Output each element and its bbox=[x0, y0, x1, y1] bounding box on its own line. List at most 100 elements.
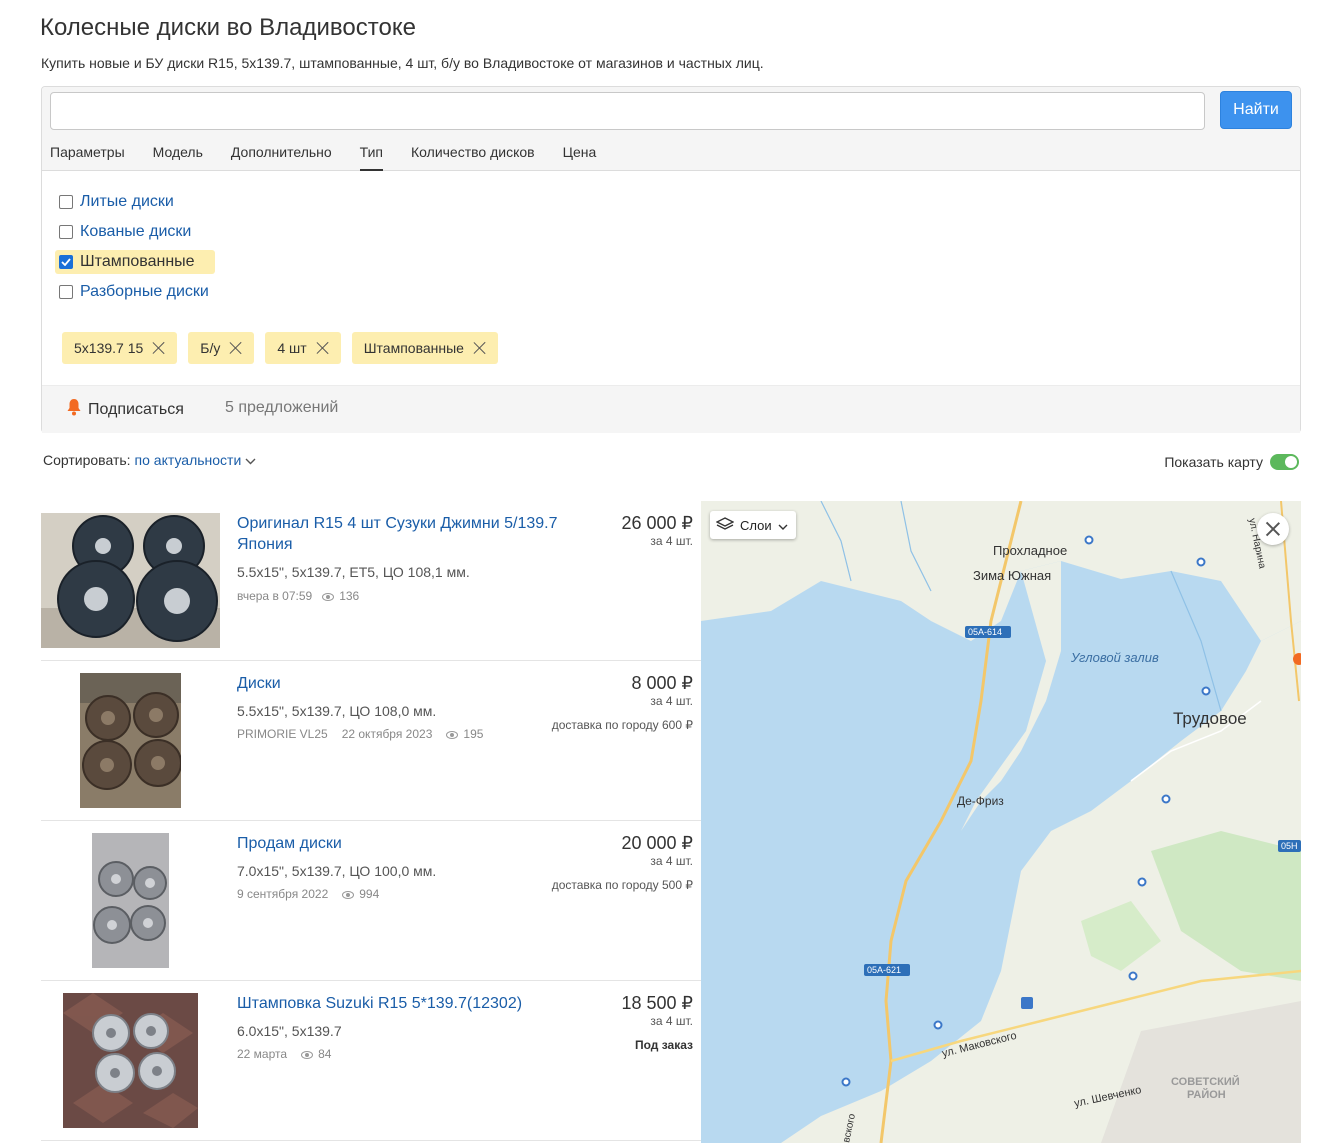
listing-date: 22 марта bbox=[237, 1047, 288, 1061]
filter-chip: 5x139.7 15 bbox=[62, 332, 178, 364]
map-canvas[interactable]: Прохладное Зима Южная Угловой залив Труд… bbox=[701, 501, 1301, 1143]
listing-per: за 4 шт. bbox=[650, 854, 693, 868]
close-icon[interactable] bbox=[153, 342, 165, 354]
road-label: 05Н bbox=[1281, 841, 1298, 851]
listing-title[interactable]: Штамповка Suzuki R15 5*139.7(12302) bbox=[237, 993, 577, 1014]
listing-date: 9 сентября 2022 bbox=[237, 887, 329, 901]
views-count: 84 bbox=[318, 1047, 332, 1061]
map-label: Зима Южная bbox=[973, 568, 1051, 583]
sort-value: по актуальности bbox=[134, 452, 242, 468]
chevron-down-icon bbox=[778, 518, 788, 533]
road-label: 05А-614 bbox=[968, 627, 1002, 637]
layers-label: Слои bbox=[740, 517, 772, 533]
map[interactable]: Прохладное Зима Южная Угловой залив Труд… bbox=[701, 501, 1301, 1143]
page-subtitle: Купить новые и БУ диски R15, 5x139.7, шт… bbox=[41, 55, 764, 71]
checkbox-label: Разборные диски bbox=[80, 283, 209, 300]
sort-select[interactable]: по актуальности bbox=[135, 452, 257, 468]
chip-label: Штампованные bbox=[363, 340, 464, 356]
chip-label: 4 шт bbox=[277, 340, 307, 356]
checkbox-icon bbox=[59, 225, 73, 239]
listing-price: 8 000 ₽ bbox=[631, 673, 694, 693]
checkbox-label: Литые диски bbox=[80, 193, 174, 210]
page-title: Колесные диски во Владивостоке bbox=[40, 14, 416, 41]
type-checkbox-list: Литые диски Кованые диски Штампованные Р… bbox=[55, 187, 215, 307]
list-item[interactable]: Диски 5.5x15", 5x139.7, ЦО 108,0 мм. PRI… bbox=[41, 661, 701, 821]
sort-label: Сортировать: bbox=[43, 452, 131, 468]
chip-label: 5x139.7 15 bbox=[74, 340, 144, 356]
views-count: 136 bbox=[339, 589, 360, 603]
checkbox-split[interactable]: Разборные диски bbox=[59, 277, 215, 307]
show-map-control: Показать карту bbox=[1164, 454, 1299, 470]
subscribe-button[interactable]: Подписаться bbox=[66, 398, 184, 421]
close-map-button[interactable] bbox=[1257, 513, 1289, 545]
listing-date: вчера в 07:59 bbox=[237, 589, 313, 603]
listing-title[interactable]: Продам диски bbox=[237, 833, 577, 854]
listing-price: 18 500 ₽ bbox=[621, 993, 693, 1013]
checkbox-forged[interactable]: Кованые диски bbox=[59, 217, 215, 247]
close-icon[interactable] bbox=[474, 342, 486, 354]
list-item[interactable]: Продам диски 7.0x15", 5x139.7, ЦО 100,0 … bbox=[41, 821, 701, 981]
views-count: 195 bbox=[463, 727, 484, 741]
checkmark-icon bbox=[59, 255, 73, 269]
map-label: Де-Фриз bbox=[957, 794, 1004, 808]
checkbox-cast[interactable]: Литые диски bbox=[59, 187, 215, 217]
map-label: Угловой залив bbox=[1070, 650, 1159, 665]
listing-delivery: доставка по городу 600 ₽ bbox=[551, 718, 693, 732]
filter-header: Найти Параметры Модель Дополнительно Тип… bbox=[42, 87, 1300, 171]
listing-photo[interactable] bbox=[92, 833, 169, 968]
filter-panel: Найти Параметры Модель Дополнительно Тип… bbox=[41, 86, 1301, 433]
listings: Оригинал R15 4 шт Сузуки Джимни 5/139.7 … bbox=[41, 501, 701, 1141]
listing-meta: 22 марта 84 bbox=[237, 1047, 331, 1061]
offers-count: 5 предложений bbox=[225, 399, 339, 416]
layers-icon bbox=[715, 516, 735, 534]
close-icon[interactable] bbox=[317, 342, 329, 354]
seller-name[interactable]: PRIMORIE VL25 bbox=[237, 727, 328, 741]
checkbox-icon bbox=[59, 285, 73, 299]
bell-icon bbox=[66, 398, 82, 421]
active-filter-chips: 5x139.7 15 Б/у 4 шт Штампованные bbox=[62, 332, 498, 364]
checkbox-stamped[interactable]: Штампованные bbox=[55, 250, 215, 274]
chip-label: Б/у bbox=[200, 340, 221, 356]
tab-model[interactable]: Модель bbox=[153, 144, 203, 171]
listing-price: 26 000 ₽ bbox=[621, 513, 693, 533]
filter-tabs: Параметры Модель Дополнительно Тип Колич… bbox=[50, 144, 624, 171]
eye-icon bbox=[446, 730, 459, 739]
views-count: 994 bbox=[359, 887, 380, 901]
tab-type[interactable]: Тип bbox=[359, 144, 384, 171]
show-map-toggle[interactable] bbox=[1270, 454, 1299, 470]
listing-title[interactable]: Диски bbox=[237, 673, 577, 694]
listing-order: Под заказ bbox=[634, 1038, 693, 1052]
listing-meta: 9 сентября 2022 994 bbox=[237, 887, 379, 901]
tab-disc-count[interactable]: Количество дисков bbox=[411, 144, 535, 171]
map-layers-button[interactable]: Слои bbox=[710, 511, 796, 539]
list-item[interactable]: Штамповка Suzuki R15 5*139.7(12302) 6.0x… bbox=[41, 981, 701, 1141]
checkbox-label: Штампованные bbox=[80, 253, 195, 270]
views: 136 bbox=[322, 589, 359, 603]
chevron-down-icon bbox=[245, 458, 256, 465]
listing-delivery: доставка по городу 500 ₽ bbox=[551, 878, 693, 892]
find-button[interactable]: Найти bbox=[1220, 91, 1292, 129]
listing-photo[interactable] bbox=[41, 513, 220, 648]
map-label: Прохладное bbox=[993, 543, 1067, 558]
tab-price[interactable]: Цена bbox=[563, 144, 597, 171]
listing-spec: 6.0x15", 5x139.7 bbox=[237, 1023, 342, 1039]
map-label: РАЙОН bbox=[1187, 1088, 1226, 1101]
listing-price: 20 000 ₽ bbox=[621, 833, 693, 853]
listing-spec: 7.0x15", 5x139.7, ЦО 100,0 мм. bbox=[237, 863, 437, 879]
listing-photo[interactable] bbox=[63, 993, 198, 1128]
list-item[interactable]: Оригинал R15 4 шт Сузуки Джимни 5/139.7 … bbox=[41, 501, 701, 661]
tab-parameters[interactable]: Параметры bbox=[50, 144, 125, 171]
eye-icon bbox=[342, 890, 355, 899]
tab-additional[interactable]: Дополнительно bbox=[231, 144, 332, 171]
filter-footer: Подписаться 5 предложений bbox=[42, 385, 1300, 433]
filter-chip: 4 шт bbox=[265, 332, 341, 364]
listing-spec: 5.5x15", 5x139.7, ЦО 108,0 мм. bbox=[237, 703, 437, 719]
listing-title[interactable]: Оригинал R15 4 шт Сузуки Джимни 5/139.7 … bbox=[237, 513, 577, 555]
search-input[interactable] bbox=[50, 92, 1205, 130]
map-label: СОВЕТСКИЙ bbox=[1171, 1075, 1240, 1088]
listing-photo[interactable] bbox=[80, 673, 181, 808]
road-label: 05А-621 bbox=[867, 965, 901, 975]
checkbox-icon bbox=[59, 195, 73, 209]
close-icon[interactable] bbox=[230, 342, 242, 354]
listing-date: 22 октября 2023 bbox=[341, 727, 433, 741]
